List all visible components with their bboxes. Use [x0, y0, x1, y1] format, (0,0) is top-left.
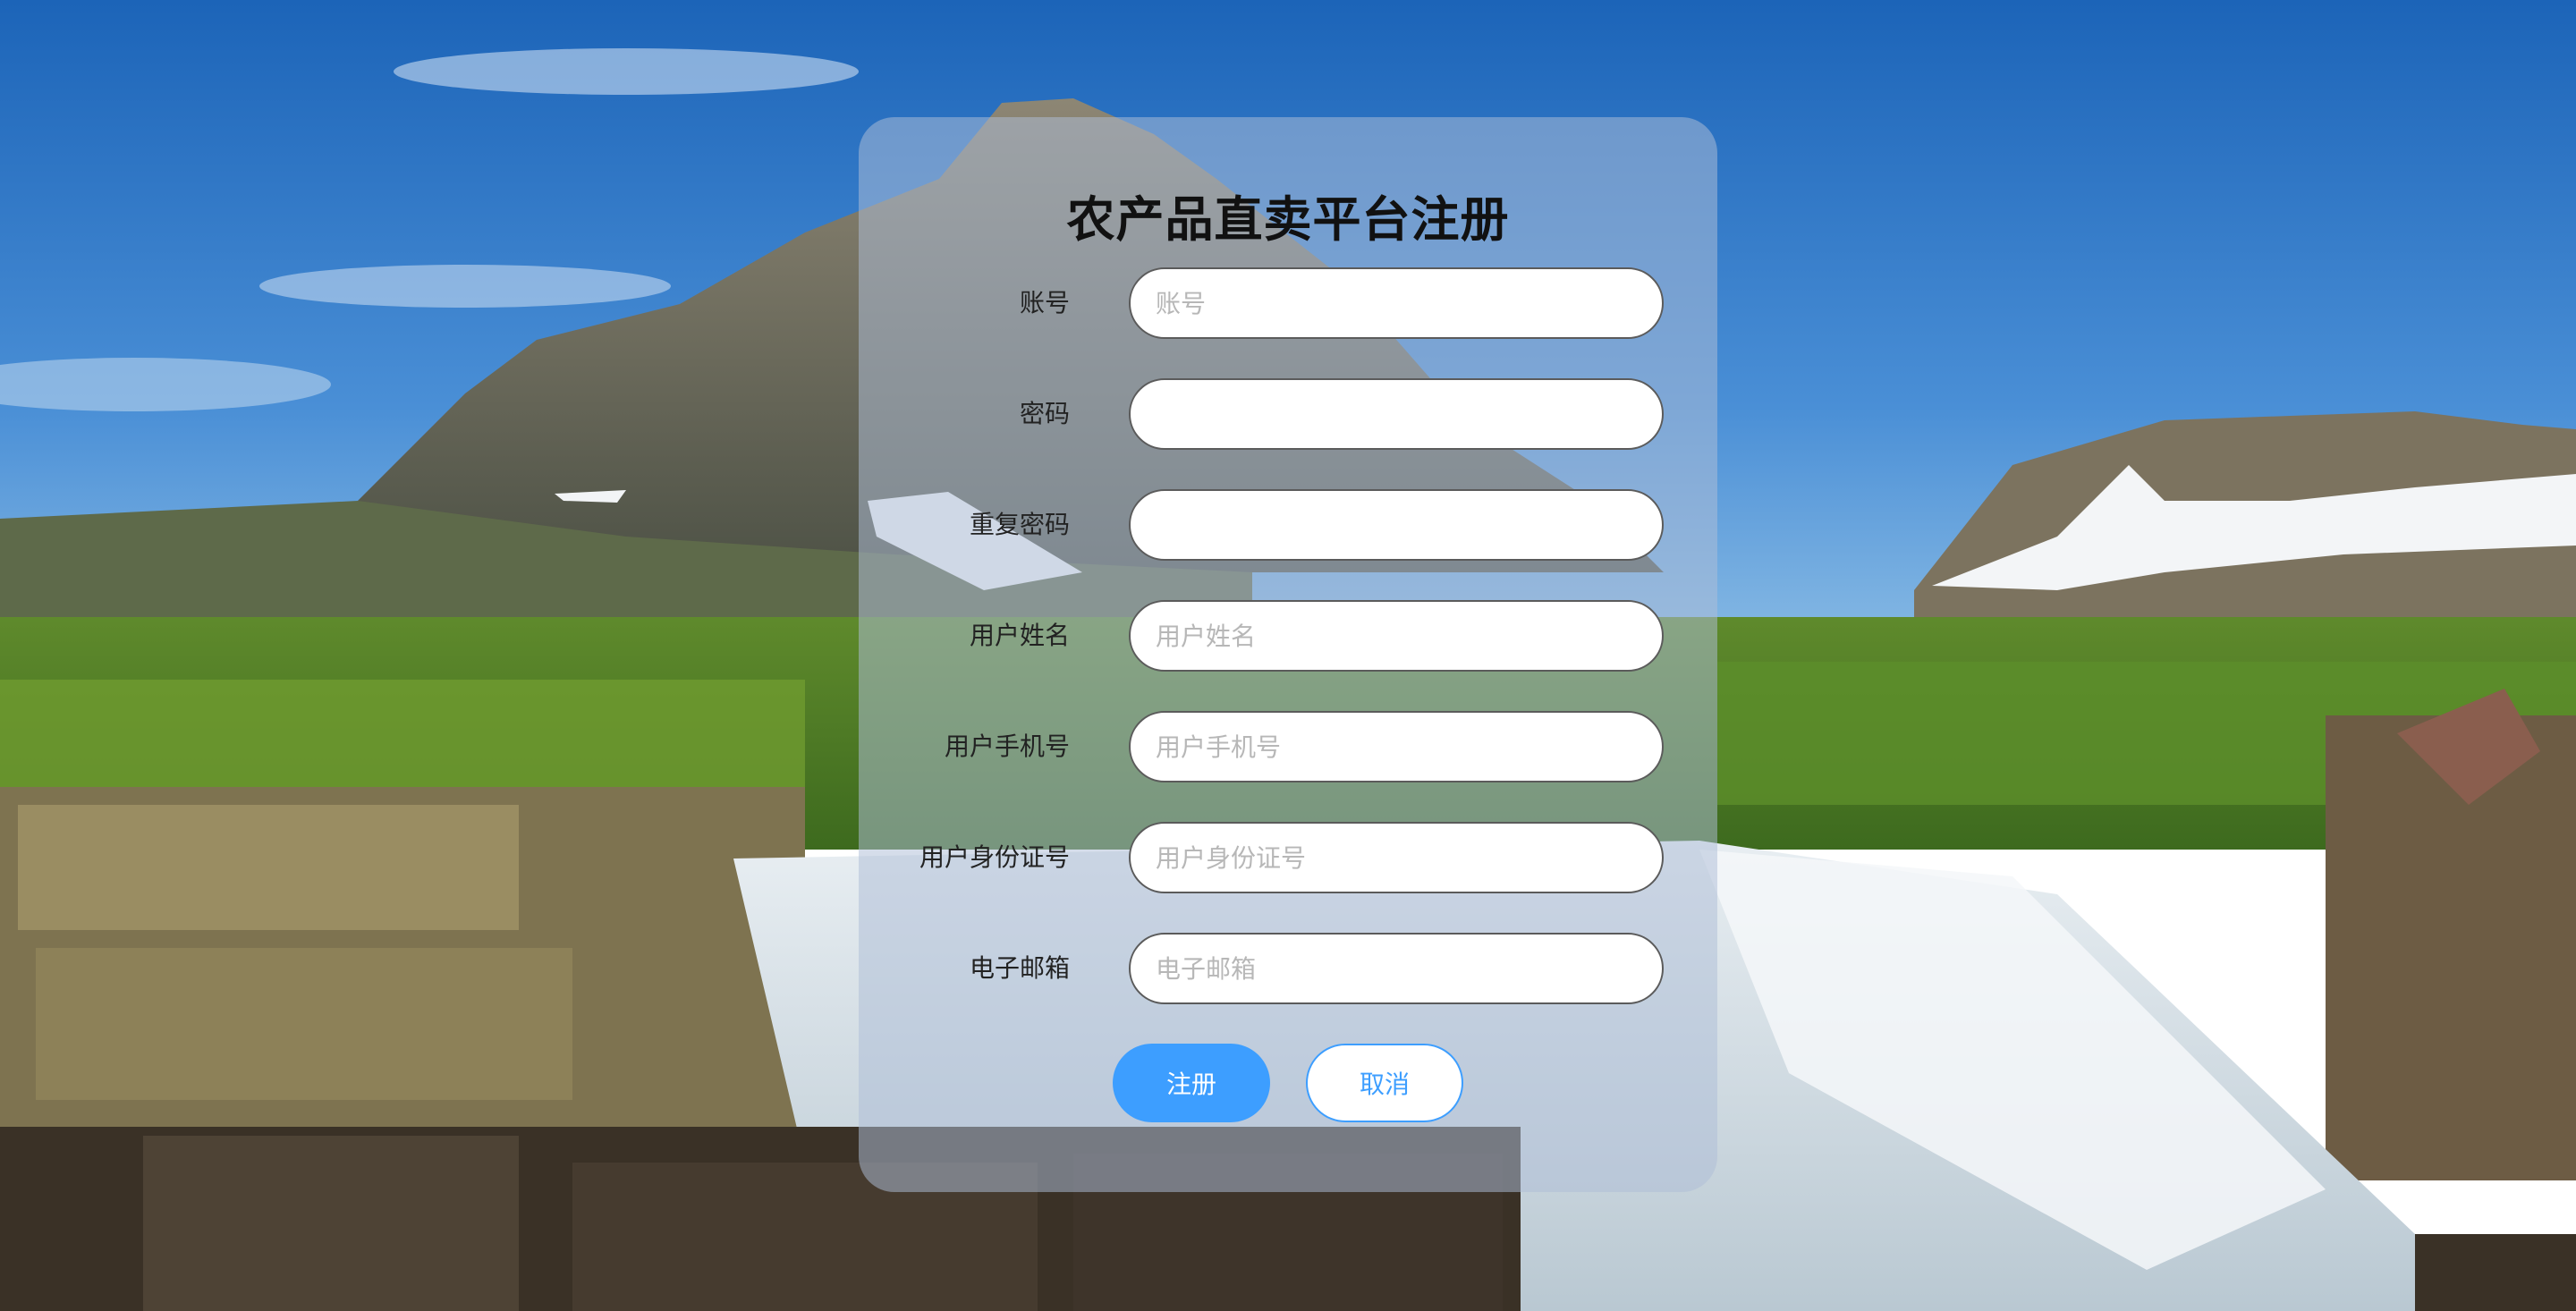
- user-name-label: 用户姓名: [969, 621, 1070, 650]
- email-label: 电子邮箱: [969, 953, 1070, 983]
- account-input[interactable]: [1129, 267, 1664, 339]
- user-phone-label: 用户手机号: [944, 732, 1070, 761]
- repeat-password-label: 重复密码: [969, 510, 1070, 539]
- password-row: 密码: [859, 378, 1717, 450]
- password-input[interactable]: [1129, 378, 1664, 450]
- user-name-input[interactable]: [1129, 600, 1664, 672]
- user-id-card-input[interactable]: [1129, 822, 1664, 893]
- page-title: 农产品直卖平台注册: [1066, 191, 1510, 248]
- user-id-card-label: 用户身份证号: [919, 842, 1070, 872]
- register-button[interactable]: 注册: [1113, 1044, 1270, 1122]
- repeat-password-input[interactable]: [1129, 489, 1664, 561]
- user-id-card-row: 用户身份证号: [859, 822, 1717, 893]
- password-label: 密码: [1019, 399, 1070, 428]
- user-phone-input[interactable]: [1129, 711, 1664, 782]
- cancel-button[interactable]: 取消: [1306, 1044, 1463, 1122]
- user-phone-row: 用户手机号: [859, 711, 1717, 782]
- email-input[interactable]: [1129, 933, 1664, 1004]
- account-label: 账号: [1019, 288, 1070, 317]
- email-row: 电子邮箱: [859, 933, 1717, 1004]
- repeat-password-row: 重复密码: [859, 489, 1717, 561]
- register-form-card: 农产品直卖平台注册 账号 密码 重复密码 用户姓名 用户手机号 用户身份证号 电…: [859, 117, 1717, 1192]
- user-name-row: 用户姓名: [859, 600, 1717, 672]
- account-row: 账号: [859, 267, 1717, 339]
